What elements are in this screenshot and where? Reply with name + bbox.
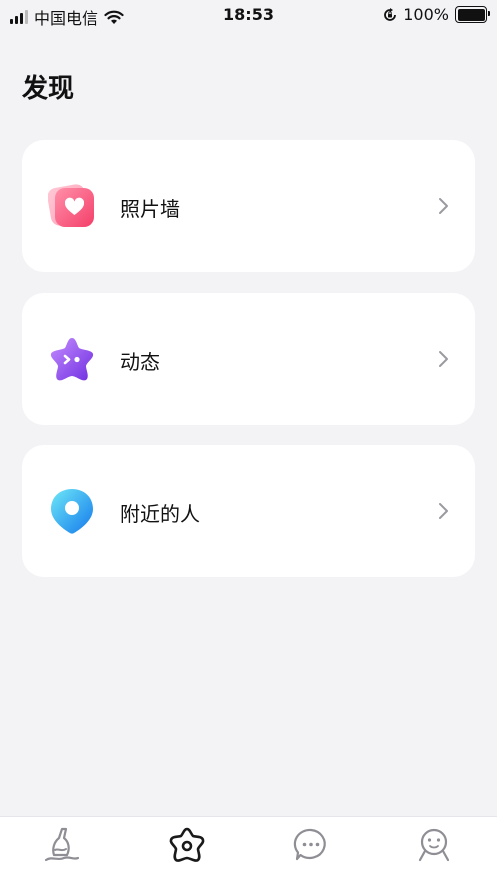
bottle-icon[interactable]: [42, 825, 82, 865]
battery-percent: 100%: [403, 5, 449, 24]
tab-bar: [0, 816, 497, 884]
chevron-right-icon: [439, 198, 448, 214]
location-pin-icon: [51, 489, 93, 534]
card-nearby-people[interactable]: 附近的人: [22, 445, 475, 577]
profile-face-icon[interactable]: [414, 825, 454, 865]
card-label: 附近的人: [120, 502, 200, 526]
card-moments[interactable]: 动态: [22, 293, 475, 425]
chat-bubble-icon[interactable]: [291, 825, 331, 865]
battery-icon: [455, 6, 490, 23]
flower-icon[interactable]: [167, 825, 207, 865]
star-creature-icon: [50, 338, 94, 381]
card-label: 动态: [120, 350, 160, 374]
status-bar: 中国电信 18:53 100%: [0, 0, 497, 30]
card-photo-wall[interactable]: 照片墙: [22, 140, 475, 272]
chevron-right-icon: [439, 351, 448, 367]
heart-photo-icon: [48, 184, 94, 227]
chevron-right-icon: [439, 503, 448, 519]
orientation-lock-icon: [384, 7, 397, 21]
card-label: 照片墙: [120, 197, 180, 221]
status-right: 100%: [383, 5, 490, 24]
page-title: 发现: [22, 74, 75, 104]
